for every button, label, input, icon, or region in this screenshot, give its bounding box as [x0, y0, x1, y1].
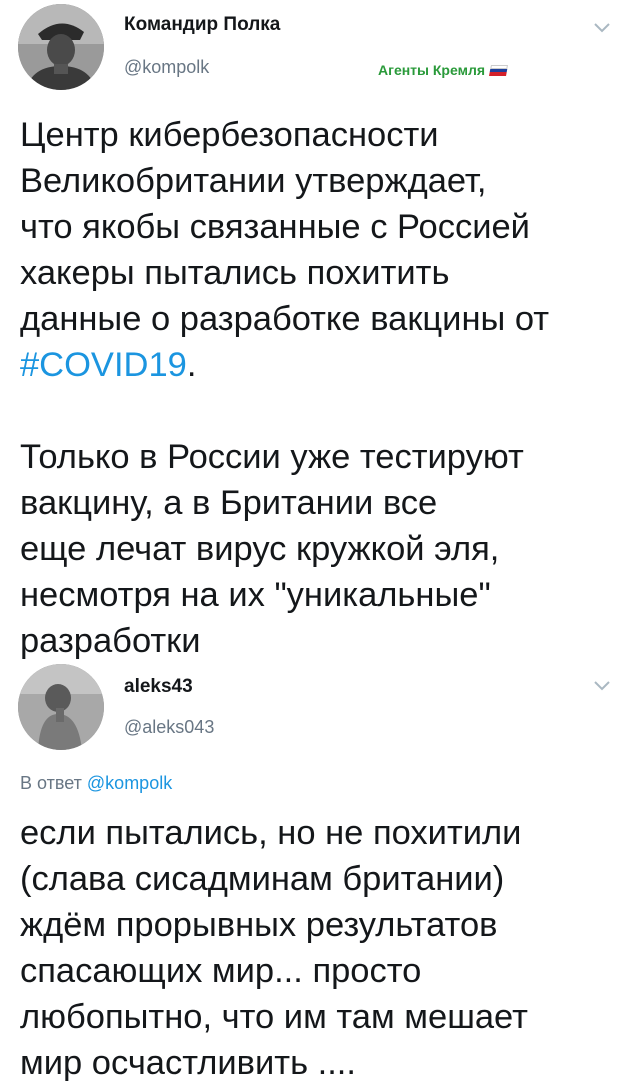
reply-text: если пытались, но не похитили (слава сис…: [20, 810, 528, 1086]
badge-text: Агенты Кремля: [378, 62, 486, 78]
author-badge: Агенты Кремля: [378, 62, 508, 78]
reply-author-name[interactable]: aleks43: [124, 676, 193, 698]
tweet-text-line: еще лечат вирус кружкой эля,: [20, 530, 500, 568]
reply-text-line: если пытались, но не похитили: [20, 814, 522, 852]
replying-prefix: В ответ: [20, 773, 82, 793]
tweet-text-line: вакцину, а в Британии все: [20, 484, 438, 522]
reply-text-line: ждём прорывных результатов: [20, 906, 498, 944]
tweet-text-line: что якобы связанные с Россией: [20, 208, 530, 246]
tweet-text-line: Центр кибербезопасности: [20, 116, 439, 154]
reply-text-line: любопытно, что им там мешает: [20, 998, 528, 1036]
russian-flag-icon: [489, 64, 508, 76]
author-avatar[interactable]: [18, 4, 104, 90]
author-name[interactable]: Командир Полка: [124, 14, 280, 36]
author-handle[interactable]: @kompolk: [124, 57, 209, 78]
tweet-text-line: #COVID19.: [20, 342, 549, 388]
tweet-text-line: Великобритании утверждает,: [20, 162, 487, 200]
tweet-text-line: хакеры пытались похитить: [20, 254, 450, 292]
soldier-portrait-icon: [18, 4, 104, 90]
reply-text-line: (слава сисадминам британии): [20, 860, 505, 898]
hashtag-suffix: .: [186, 346, 197, 384]
reply-text-line: спасающих мир... просто: [20, 952, 422, 990]
tweet-text-line: Только в России уже тестируют: [20, 438, 524, 476]
reply-text-line: мир осчастливить ....: [20, 1044, 356, 1082]
tweet-text: Центр кибербезопасности Великобритании у…: [20, 112, 549, 664]
chevron-down-icon[interactable]: [592, 20, 612, 34]
reply-author-avatar[interactable]: [18, 664, 104, 750]
tweet-text-line: разработки: [20, 622, 201, 660]
hashtag-link[interactable]: #COVID19: [20, 346, 187, 384]
reply-author-handle[interactable]: @aleks043: [124, 717, 214, 738]
child-photo-icon: [18, 664, 104, 750]
chevron-down-icon[interactable]: [592, 678, 612, 692]
replying-to: В ответ @kompolk: [20, 773, 172, 794]
tweet-text-line: несмотря на их "уникальные": [20, 576, 491, 614]
replying-mention-link[interactable]: @kompolk: [87, 773, 172, 793]
tweet-text-line: данные о разработке вакцины от: [20, 300, 550, 338]
